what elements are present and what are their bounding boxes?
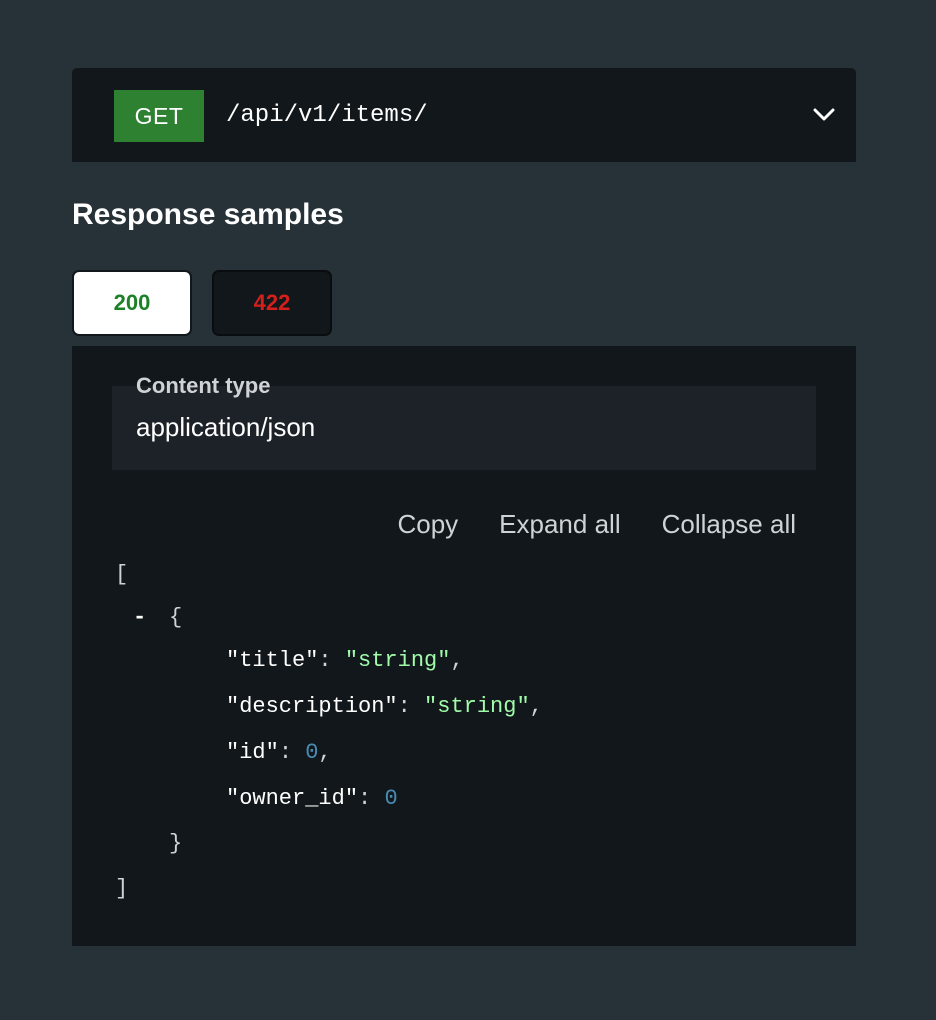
json-key: "description" — [226, 694, 398, 719]
code-controls: Copy Expand all Collapse all — [397, 506, 796, 542]
json-key: "title" — [226, 648, 319, 673]
json-value: 0 — [305, 740, 319, 765]
content-type-label: Content type — [136, 373, 271, 398]
collapse-all-button[interactable]: Collapse all — [662, 506, 796, 542]
json-field-id: "id": 0, — [226, 738, 332, 768]
json-colon: : — [397, 694, 411, 719]
endpoint-path: /api/v1/items/ — [226, 102, 428, 129]
chevron-down-icon[interactable] — [810, 104, 838, 126]
json-open-brace: { — [169, 605, 183, 630]
json-key: "owner_id" — [226, 786, 359, 811]
json-value: "string" — [424, 694, 530, 719]
json-colon: : — [278, 740, 293, 765]
expand-all-button[interactable]: Expand all — [499, 506, 620, 542]
json-field-owner-id: "owner_id": 0 — [226, 784, 398, 814]
json-key: "id" — [226, 740, 279, 765]
json-colon: : — [318, 648, 332, 673]
json-comma: , — [529, 694, 543, 719]
collapse-toggle[interactable]: - — [133, 603, 146, 633]
response-panel: Content type application/json Copy Expan… — [72, 346, 856, 946]
json-field-description: "description": "string", — [226, 692, 543, 722]
json-open-bracket: [ — [115, 562, 129, 587]
json-field-title: "title": "string", — [226, 646, 464, 676]
json-value: "string" — [344, 648, 451, 673]
endpoint-bar[interactable]: GET /api/v1/items/ — [72, 68, 856, 162]
json-close-brace: } — [169, 831, 183, 856]
copy-button[interactable]: Copy — [397, 506, 458, 542]
json-colon: : — [358, 786, 372, 811]
content-type-value: application/json — [136, 412, 316, 442]
http-method-badge: GET — [114, 90, 204, 142]
json-close-bracket: ] — [115, 876, 129, 901]
json-comma: , — [318, 740, 332, 765]
section-heading: Response samples — [72, 198, 344, 231]
json-comma: , — [450, 648, 464, 673]
content-type-field: Content type application/json — [112, 373, 816, 470]
tab-status-200[interactable]: 200 — [72, 270, 192, 336]
json-value: 0 — [384, 786, 398, 811]
tab-status-422[interactable]: 422 — [212, 270, 332, 336]
